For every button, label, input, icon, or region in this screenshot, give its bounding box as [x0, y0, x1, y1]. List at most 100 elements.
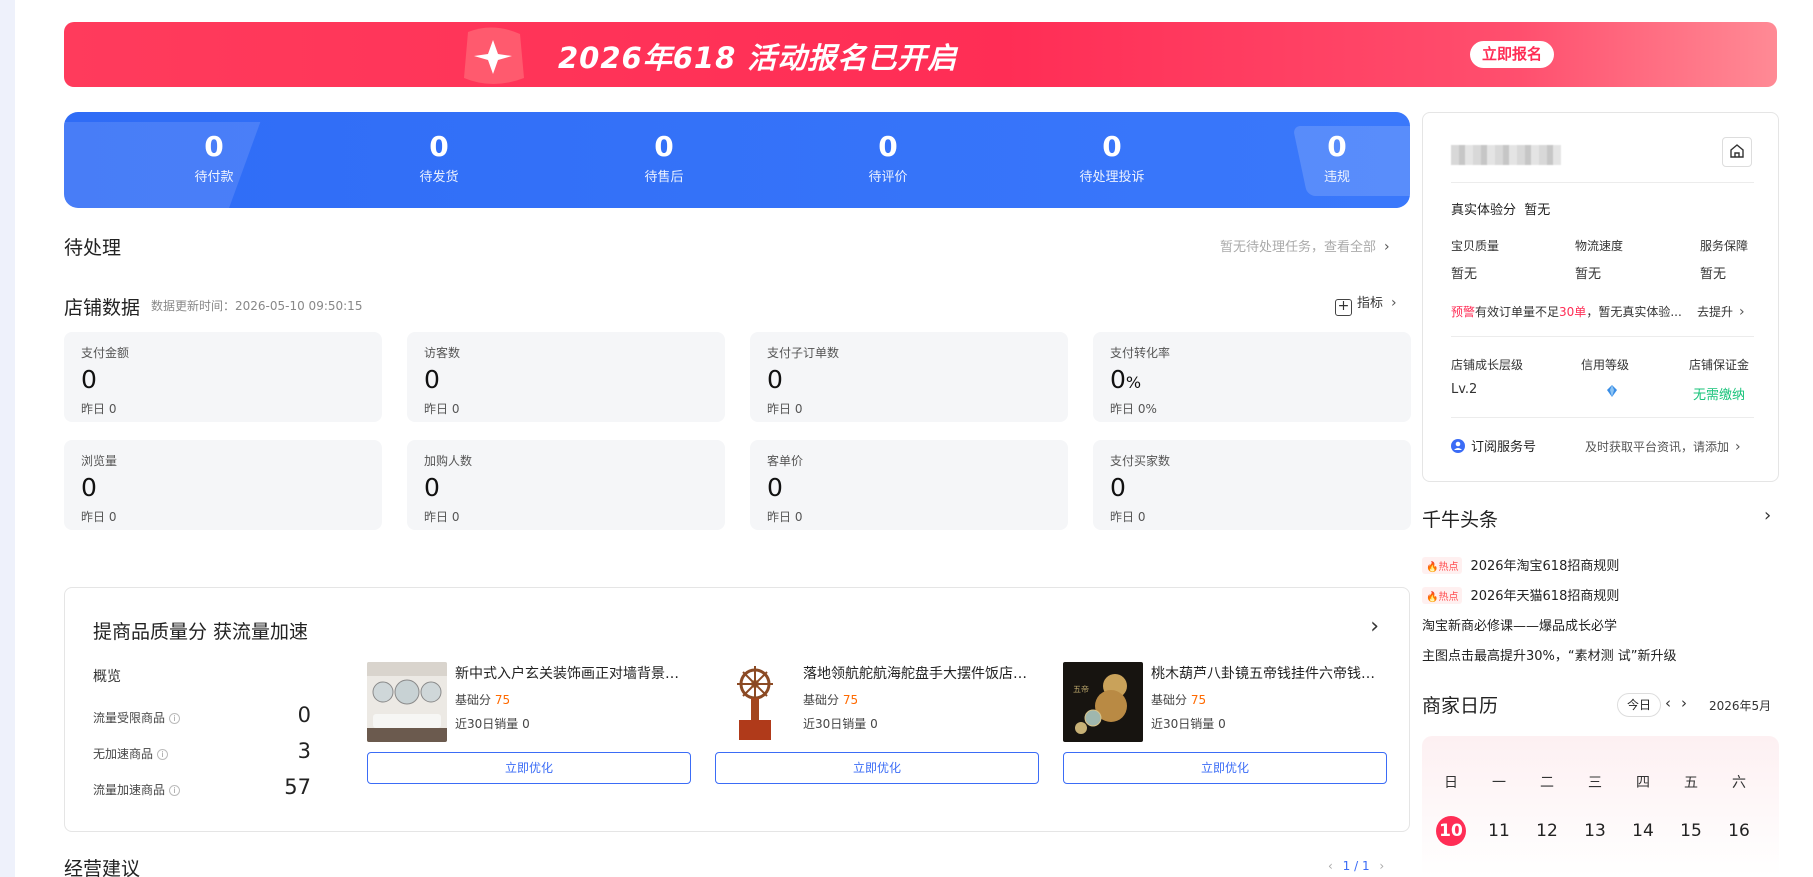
news-item[interactable]: 主图点击最高提升30%，“素材测 试”新升级	[1422, 645, 1677, 664]
metric-value: 0	[81, 473, 97, 502]
metric-yesterday: 昨日 0	[81, 402, 117, 416]
overview-value: 0	[297, 703, 311, 727]
metric-service-label: 服务保障	[1700, 239, 1749, 253]
chevron-right-icon[interactable]: ›	[1379, 859, 1384, 873]
metric-label: 支付转化率	[1110, 346, 1171, 360]
metric-card[interactable]: 支付金额 0 昨日 0	[64, 332, 382, 422]
news-item[interactable]: 淘宝新商必修课——爆品成长必学	[1422, 615, 1617, 634]
improve-link[interactable]: 去提升 ›	[1697, 303, 1745, 320]
overview-label: 流量受限商品 i	[93, 709, 181, 726]
stat-label: 待付款	[194, 170, 234, 185]
warning-text: 预警有效订单量不足30单，暂无真实体验...	[1451, 305, 1681, 319]
optimize-button[interactable]: 立即优化	[715, 752, 1039, 784]
product-image[interactable]	[367, 662, 447, 742]
calendar-day[interactable]: 13	[1580, 816, 1610, 846]
weekday-label: 六	[1732, 775, 1746, 791]
calendar-grid: 日 一 二 三 四 五 六 10 11 12 13 14 15 16	[1422, 736, 1779, 877]
register-now-button[interactable]: 立即报名	[1470, 41, 1554, 68]
metric-quality-label: 宝贝质量	[1451, 239, 1500, 253]
news-item[interactable]: 🔥热点 2026年淘宝618招商规则	[1422, 555, 1619, 574]
metric-value: 0	[424, 365, 440, 394]
chevron-right-icon[interactable]: ›	[1681, 694, 1687, 712]
pending-title: 待处理	[64, 237, 122, 259]
stat-label: 待处理投诉	[1079, 170, 1145, 185]
optimize-button[interactable]: 立即优化	[1063, 752, 1387, 784]
credit-level-label: 信用等级	[1581, 358, 1630, 372]
view-all-pending-link[interactable]: 暂无待处理任务，查看全部 ›	[1220, 236, 1390, 255]
metric-card[interactable]: 支付子订单数 0 昨日 0	[750, 332, 1068, 422]
stat-pending-complaints[interactable]: 0 待处理投诉	[1032, 130, 1192, 185]
svg-text:五帝: 五帝	[1073, 684, 1089, 694]
metric-value: 0%	[1110, 365, 1142, 394]
chevron-right-icon[interactable]: ›	[1370, 614, 1379, 639]
credit-diamond-icon[interactable]	[1605, 384, 1619, 398]
optimize-button[interactable]: 立即优化	[367, 752, 691, 784]
order-stats-bar: 0 待付款 0 待发货 0 待售后 0 待评价 0 待处理投诉 0 违规	[64, 112, 1410, 208]
advice-title: 经营建议	[64, 858, 141, 877]
stat-violations[interactable]: 0 违规	[1257, 130, 1410, 185]
metric-yesterday: 昨日 0	[424, 510, 460, 524]
calendar-day[interactable]: 12	[1532, 816, 1562, 846]
chevron-left-icon[interactable]: ‹	[1665, 694, 1671, 712]
metric-label: 浏览量	[81, 454, 118, 468]
stat-pending-review[interactable]: 0 待评价	[808, 130, 968, 185]
quality-title: 提商品质量分 获流量加速	[93, 621, 309, 643]
news-item[interactable]: 🔥热点 2026年天猫618招商规则	[1422, 585, 1619, 604]
indicator-settings-button[interactable]: + 指标 ›	[1335, 292, 1397, 316]
metric-card[interactable]: 加购人数 0 昨日 0	[407, 440, 725, 530]
advice-pager: ‹ 1 / 1 ›	[1328, 859, 1384, 873]
banner-title: 2026年618 活动报名已开启	[558, 41, 958, 75]
metric-yesterday: 昨日 0%	[1110, 402, 1157, 416]
metric-card[interactable]: 浏览量 0 昨日 0	[64, 440, 382, 530]
weekday-label: 五	[1684, 775, 1698, 791]
promo-banner[interactable]: 2026年618 活动报名已开启 立即报名	[64, 22, 1777, 87]
product-name[interactable]: 落地领航舵航海舵盘手大摆件饭店酒...	[803, 663, 1039, 683]
weekday-label: 日	[1444, 775, 1458, 791]
growth-level-value[interactable]: Lv.2	[1451, 382, 1477, 397]
product-name[interactable]: 桃木葫芦八卦镜五帝钱挂件六帝钱铜...	[1151, 663, 1387, 683]
chevron-left-icon[interactable]: ‹	[1328, 859, 1333, 873]
subscribe-hint-link[interactable]: 及时获取平台资讯，请添加 ›	[1585, 438, 1741, 455]
stat-pending-aftersale[interactable]: 0 待售后	[584, 130, 744, 185]
stat-value: 0	[204, 130, 224, 163]
metric-card[interactable]: 访客数 0 昨日 0	[407, 332, 725, 422]
product-item: 新中式入户玄关装饰画正对墙背景墙... 基础分 75 近30日销量 0 立即优化	[367, 662, 691, 802]
quality-score-panel: 提商品质量分 获流量加速 › 概览 流量受限商品 i 0 无加速商品 i 3 流量加…	[64, 587, 1410, 832]
metric-label: 访客数	[424, 346, 461, 360]
chevron-right-icon: ›	[1384, 239, 1390, 255]
metric-yesterday: 昨日 0	[767, 510, 803, 524]
weekday-label: 四	[1636, 775, 1650, 791]
calendar-day[interactable]: 16	[1724, 816, 1754, 846]
product-sales: 近30日销量 0	[1151, 717, 1226, 731]
chevron-right-icon[interactable]: ›	[1764, 505, 1771, 526]
subscribe-label[interactable]: 订阅服务号	[1451, 436, 1536, 455]
divider	[1451, 182, 1754, 183]
overview-row[interactable]: 流量受限商品 i 0	[93, 703, 311, 729]
metric-logistics-value: 暂无	[1575, 267, 1602, 282]
metric-card[interactable]: 支付转化率 0% 昨日 0%	[1093, 332, 1411, 422]
calendar-day[interactable]: 11	[1484, 816, 1514, 846]
calendar-day[interactable]: 15	[1676, 816, 1706, 846]
today-button[interactable]: 今日	[1617, 693, 1661, 717]
product-name[interactable]: 新中式入户玄关装饰画正对墙背景墙...	[455, 663, 691, 683]
calendar-day-today[interactable]: 10	[1436, 816, 1466, 846]
metric-yesterday: 昨日 0	[1110, 510, 1146, 524]
stat-pending-payment[interactable]: 0 待付款	[134, 130, 294, 185]
product-image[interactable]	[715, 662, 795, 742]
shop-home-button[interactable]	[1722, 137, 1752, 167]
product-item: 落地领航舵航海舵盘手大摆件饭店酒... 基础分 75 近30日销量 0 立即优化	[715, 662, 1039, 802]
flame-icon: 🔥	[1426, 562, 1439, 573]
metric-value: 0	[767, 365, 783, 394]
divider	[1451, 417, 1754, 418]
product-image[interactable]: 五帝	[1063, 662, 1143, 742]
calendar-month: 2026年5月	[1709, 699, 1772, 713]
overview-row[interactable]: 无加速商品 i 3	[93, 739, 311, 765]
hot-tag: 🔥热点	[1422, 557, 1463, 574]
overview-row[interactable]: 流量加速商品 i 57	[93, 775, 311, 801]
hot-tag: 🔥热点	[1422, 587, 1463, 604]
calendar-day[interactable]: 14	[1628, 816, 1658, 846]
view-all-label: 暂无待处理任务，查看全部	[1220, 240, 1377, 255]
metric-card[interactable]: 客单价 0 昨日 0	[750, 440, 1068, 530]
metric-card[interactable]: 支付买家数 0 昨日 0	[1093, 440, 1411, 530]
stat-pending-shipment[interactable]: 0 待发货	[359, 130, 519, 185]
